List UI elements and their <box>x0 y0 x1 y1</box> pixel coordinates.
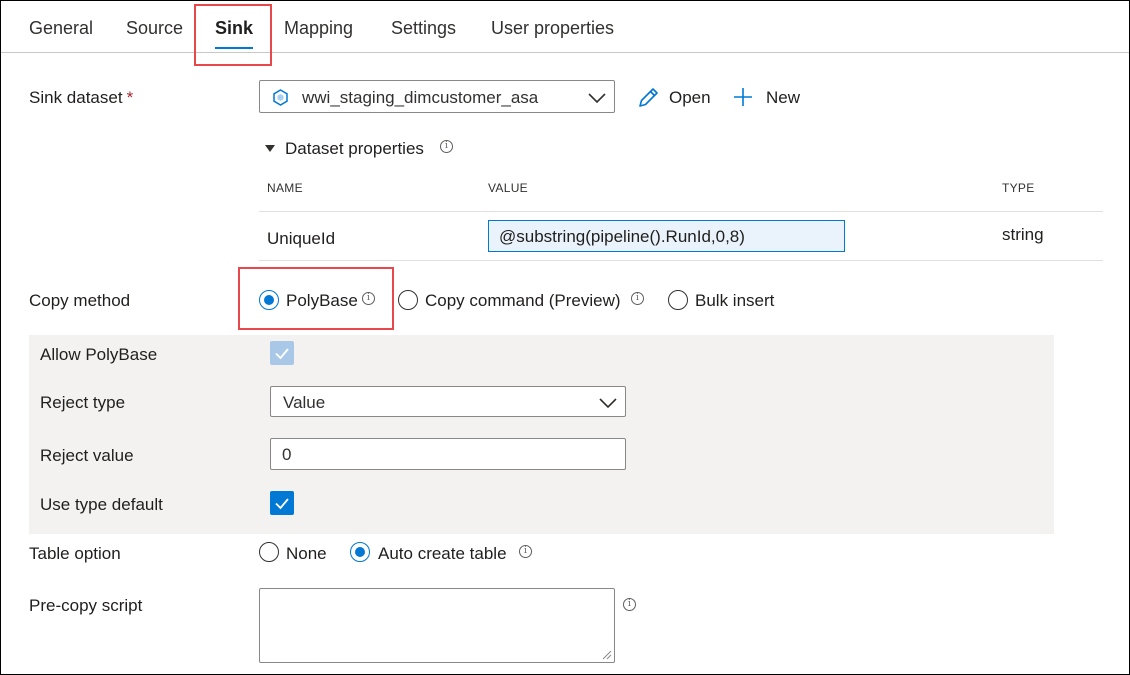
copy-method-label: Copy method <box>29 291 131 310</box>
reject-type-value: Value <box>283 393 326 412</box>
dataset-hex-icon <box>273 89 288 106</box>
tab-bar: General Source Sink Mapping Settings Use… <box>1 1 1129 53</box>
table-option-auto-create-radio[interactable] <box>350 542 370 562</box>
property-name-cell: UniqueId <box>267 229 336 248</box>
reject-type-label: Reject type <box>40 393 126 412</box>
sink-dataset-label: Sink dataset * <box>29 88 134 107</box>
checkmark-icon <box>275 498 289 510</box>
plus-icon <box>734 88 752 106</box>
column-header-value: VALUE <box>488 181 528 195</box>
allow-polybase-label: Allow PolyBase <box>40 345 158 364</box>
sink-dataset-dropdown[interactable]: wwi_staging_dimcustomer_asa <box>259 80 615 113</box>
copy-method-bulk-insert-radio[interactable] <box>668 290 688 310</box>
chevron-down-icon <box>599 398 617 409</box>
sink-dataset-value: wwi_staging_dimcustomer_asa <box>302 88 539 107</box>
pre-copy-script-label: Pre-copy script <box>29 596 143 615</box>
collapse-triangle-icon <box>265 145 275 152</box>
pre-copy-script-textarea[interactable] <box>259 588 615 663</box>
checkmark-icon <box>275 348 289 360</box>
pencil-icon <box>639 88 658 107</box>
use-type-default-label: Use type default <box>40 495 163 514</box>
table-divider <box>259 260 1103 261</box>
dataset-properties-toggle[interactable]: Dataset properties <box>265 139 424 159</box>
polybase-highlight-box <box>238 267 394 330</box>
table-divider <box>259 211 1103 212</box>
reject-value-label: Reject value <box>40 446 134 465</box>
tab-mapping[interactable]: Mapping <box>284 18 353 39</box>
info-icon[interactable]: i <box>623 598 636 611</box>
sink-settings-panel: General Source Sink Mapping Settings Use… <box>0 0 1130 675</box>
table-option-auto-create-label[interactable]: Auto create table <box>378 544 507 564</box>
column-header-name: NAME <box>267 181 303 195</box>
table-option-label: Table option <box>29 544 121 563</box>
allow-polybase-checkbox <box>270 341 294 365</box>
info-icon[interactable]: i <box>440 140 453 153</box>
tab-settings[interactable]: Settings <box>391 18 456 39</box>
reject-value-input[interactable]: 0 <box>270 438 626 470</box>
use-type-default-checkbox[interactable] <box>270 491 294 515</box>
copy-method-copy-command-label[interactable]: Copy command (Preview) <box>425 291 621 311</box>
tab-source[interactable]: Source <box>126 18 183 39</box>
property-value-input[interactable]: @substring(pipeline().RunId,0,8) <box>488 220 845 252</box>
table-option-none-label[interactable]: None <box>286 544 327 564</box>
info-icon[interactable]: i <box>519 545 532 558</box>
resize-handle-icon[interactable] <box>602 650 612 660</box>
required-marker: * <box>126 88 134 107</box>
info-icon[interactable]: i <box>631 292 644 305</box>
tab-user-properties[interactable]: User properties <box>491 18 614 39</box>
property-type-cell: string <box>1002 225 1044 244</box>
copy-method-copy-command-radio[interactable] <box>398 290 418 310</box>
tab-general[interactable]: General <box>29 18 93 39</box>
table-option-none-radio[interactable] <box>259 542 279 562</box>
column-header-type: TYPE <box>1002 181 1035 195</box>
dataset-properties-title: Dataset properties <box>285 139 424 158</box>
chevron-down-icon <box>588 93 606 104</box>
reject-type-dropdown[interactable]: Value <box>270 386 626 417</box>
new-label: New <box>766 88 801 107</box>
sink-tab-highlight-box <box>194 4 272 66</box>
copy-method-bulk-insert-label[interactable]: Bulk insert <box>695 291 774 311</box>
open-label: Open <box>669 88 711 107</box>
polybase-settings-panel <box>29 335 1054 534</box>
